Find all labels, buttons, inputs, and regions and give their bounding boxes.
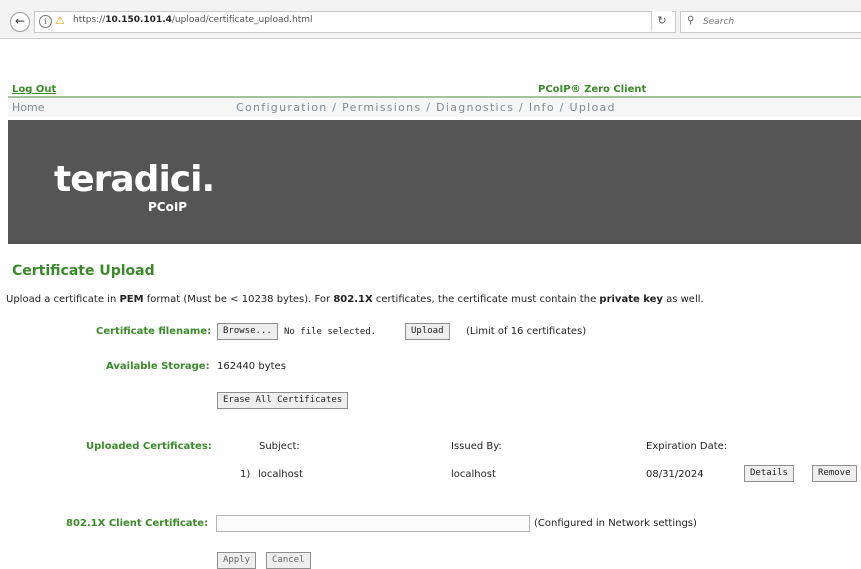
page-title: Certificate Upload (12, 263, 155, 279)
nav-separator: / (421, 101, 437, 114)
brand-banner: teradici. PCoIP (8, 120, 861, 244)
cert-expiration: 08/31/2024 (646, 469, 704, 480)
cert-issuer: localhost (451, 469, 496, 480)
main-nav: Home Configuration / Permissions / Diagn… (8, 98, 861, 117)
column-issued-by: Issued By: (451, 441, 502, 452)
storage-value: 162440 bytes (217, 361, 286, 372)
info-icon[interactable]: i (39, 15, 52, 28)
apply-button[interactable]: Apply (217, 552, 257, 569)
no-file-selected: No file selected. (284, 327, 377, 337)
nav-configuration[interactable]: Configuration (236, 101, 328, 114)
storage-label: Available Storage: (106, 361, 210, 372)
intro-text: Upload a certificate in PEM format (Must… (6, 294, 704, 305)
nav-links: Configuration / Permissions / Diagnostic… (236, 101, 616, 114)
client-cert-label: 802.1X Client Certificate: (66, 518, 209, 529)
limit-note: (Limit of 16 certificates) (466, 326, 587, 337)
cert-index: 1) (240, 469, 251, 480)
cert-filename-label: Certificate filename: (96, 326, 212, 337)
nav-info[interactable]: Info (529, 101, 555, 114)
cancel-button[interactable]: Cancel (266, 552, 311, 569)
remove-button[interactable]: Remove (812, 465, 857, 482)
logout-link[interactable]: Log Out (12, 84, 56, 95)
url-text[interactable]: https://10.150.101.4/upload/certificate_… (73, 15, 313, 25)
uploaded-certs-label: Uploaded Certificates: (86, 441, 212, 452)
client-cert-note: (Configured in Network settings) (534, 518, 697, 529)
search-icon: ⚲ (687, 15, 695, 26)
erase-all-button[interactable]: Erase All Certificates (217, 392, 349, 409)
cert-subject: localhost (258, 469, 303, 480)
nav-diagnostics[interactable]: Diagnostics (436, 101, 514, 114)
client-cert-field[interactable] (216, 515, 530, 532)
nav-home[interactable]: Home (12, 101, 44, 114)
nav-upload[interactable]: Upload (569, 101, 615, 114)
nav-permissions[interactable]: Permissions (342, 101, 421, 114)
back-arrow-icon[interactable]: ← (10, 12, 30, 32)
browser-toolbar: ← i ⚠ https://10.150.101.4/upload/certif… (0, 0, 861, 39)
nav-separator: / (514, 101, 529, 114)
upload-button[interactable]: Upload (405, 323, 450, 340)
search-input[interactable] (701, 14, 855, 30)
insecure-lock-icon[interactable]: ⚠ (55, 14, 65, 27)
reload-icon[interactable]: ↻ (651, 11, 672, 31)
details-button[interactable]: Details (744, 465, 794, 482)
product-name: PCoIP® Zero Client (538, 84, 647, 95)
address-bar[interactable]: i ⚠ https://10.150.101.4/upload/certific… (34, 11, 676, 33)
nav-separator: / (554, 101, 570, 114)
column-subject: Subject: (259, 441, 300, 452)
column-expiration: Expiration Date: (646, 441, 728, 452)
logo-wordmark: teradici. (54, 159, 215, 200)
logo-subtext: PCoIP (148, 200, 188, 214)
search-box[interactable]: ⚲ (680, 11, 861, 33)
nav-separator: / (327, 101, 343, 114)
browse-button[interactable]: Browse... (217, 323, 278, 340)
teradici-logo: teradici. PCoIP (54, 160, 254, 220)
